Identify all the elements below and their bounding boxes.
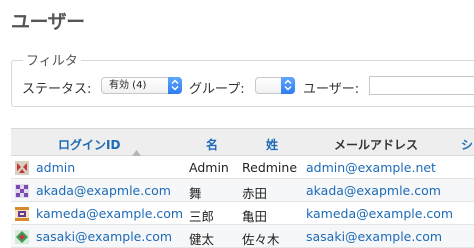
table-row: kameda@example.com 三郎 亀田 kameda@example.… [11,202,474,225]
column-header-login[interactable]: ログインID [58,136,120,153]
user-search-input[interactable] [369,76,474,95]
avatar [15,229,29,244]
filter-legend[interactable]: フィルタ [23,50,81,69]
user-login-link[interactable]: kameda@example.com [36,206,183,221]
user-email-link[interactable]: kameda@example.com [306,206,453,221]
column-header-email: メールアドレス [334,138,419,152]
user-email-link[interactable]: akada@exapmle.com [306,183,441,198]
user-last-name: 亀田 [242,209,268,224]
user-email-link[interactable]: admin@example.net [306,160,436,175]
user-login-link[interactable]: admin [36,160,75,175]
user-email-link[interactable]: sasaki@example.com [306,229,442,244]
user-label: ユーザー: [303,82,360,97]
group-label: グループ: [189,82,245,97]
user-first-name: 三郎 [189,209,215,224]
users-table: ログインID 名 姓 メールアドレス シ admin Admin Redmine… [11,128,474,248]
table-row: admin Admin Redmine admin@example.net [11,156,474,179]
status-select-value: 有効 (4) [109,80,147,91]
column-header-first-name[interactable]: 名 [206,136,218,153]
page-title: ユーザー [11,11,85,33]
table-row: sasaki@example.com 健太 佐々木 sasaki@example… [11,225,474,248]
column-header-last-name[interactable]: 姓 [266,136,278,153]
user-first-name: 健太 [189,232,215,247]
user-last-name: 赤田 [242,186,268,201]
table-row: akada@exapmle.com 舞 赤田 akada@exapmle.com [11,179,474,202]
status-select[interactable]: 有効 (4) [101,77,182,94]
avatar [15,160,29,175]
user-login-link[interactable]: akada@exapmle.com [36,183,171,198]
avatar [15,206,29,221]
status-label: ステータス: [22,82,92,97]
select-arrow-icon [281,77,295,94]
group-select[interactable] [255,77,295,94]
select-arrow-icon [168,77,182,94]
user-last-name: 佐々木 [242,232,280,247]
user-first-name: Admin [189,160,229,175]
column-header-extra[interactable]: シ [461,136,473,153]
user-last-name: Redmine [242,160,298,175]
user-login-link[interactable]: sasaki@example.com [36,229,172,244]
avatar [15,183,29,198]
user-first-name: 舞 [189,186,202,201]
table-header: ログインID 名 姓 メールアドレス シ [11,128,474,156]
